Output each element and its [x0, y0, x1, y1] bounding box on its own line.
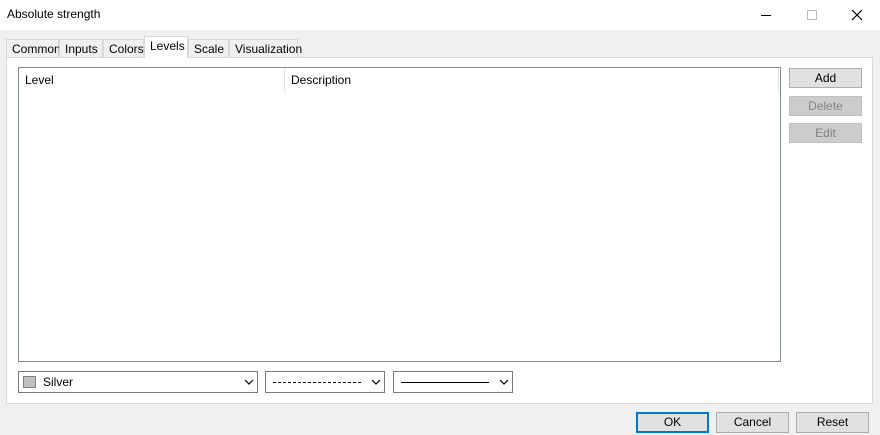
column-header-level[interactable]: Level: [19, 68, 285, 92]
add-button[interactable]: Add: [789, 68, 862, 88]
dashed-line-preview: [273, 382, 361, 383]
edit-button[interactable]: Edit: [789, 123, 862, 143]
title-bar: Absolute strength: [0, 0, 880, 30]
maximize-button[interactable]: [789, 0, 835, 30]
dialog-window: Absolute strength Common Inputs Colors L…: [0, 0, 880, 435]
line-style-select[interactable]: [265, 371, 385, 393]
line-width-select[interactable]: [393, 371, 513, 393]
color-name: Silver: [43, 375, 74, 389]
levels-panel: Level Description Add Delete Edit Silver: [6, 57, 873, 404]
list-header: Level Description: [19, 68, 780, 92]
tab-common[interactable]: Common: [6, 39, 61, 58]
reset-button[interactable]: Reset: [796, 412, 869, 433]
chevron-down-icon: [244, 379, 254, 385]
chevron-down-icon: [499, 379, 509, 385]
close-button[interactable]: [834, 0, 880, 30]
tab-inputs[interactable]: Inputs: [59, 39, 103, 58]
minimize-icon: [761, 14, 771, 16]
tab-scale[interactable]: Scale: [188, 39, 229, 58]
level-color-select[interactable]: Silver: [18, 371, 258, 393]
tab-colors[interactable]: Colors: [103, 39, 144, 58]
column-header-description[interactable]: Description: [285, 68, 779, 92]
solid-line-preview: [401, 382, 489, 383]
maximize-icon: [807, 10, 817, 20]
levels-list[interactable]: Level Description: [18, 67, 781, 362]
delete-button[interactable]: Delete: [789, 96, 862, 116]
color-swatch: [23, 376, 36, 388]
minimize-button[interactable]: [743, 0, 789, 30]
tab-levels[interactable]: Levels: [144, 36, 188, 58]
cancel-button[interactable]: Cancel: [716, 412, 789, 433]
chevron-down-icon: [371, 379, 381, 385]
tab-visualization[interactable]: Visualization: [229, 39, 302, 58]
ok-button[interactable]: OK: [636, 412, 709, 433]
close-icon: [851, 9, 863, 21]
window-title: Absolute strength: [7, 7, 101, 21]
